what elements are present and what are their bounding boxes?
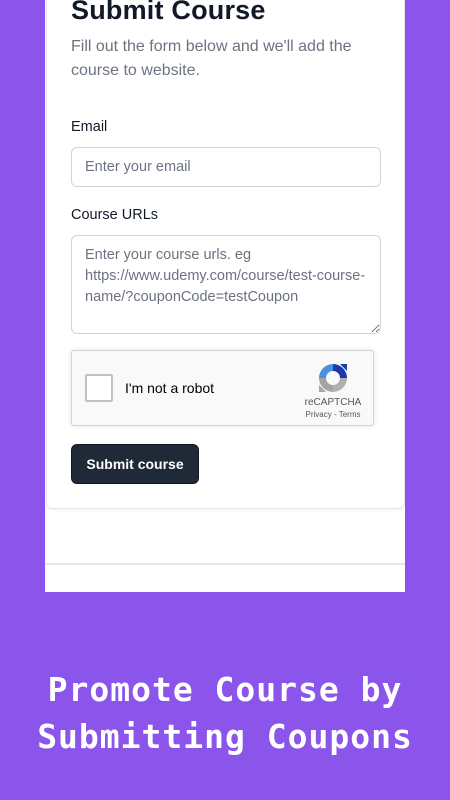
recaptcha-checkbox-label: I'm not a robot [125,380,215,396]
page-title: Submit Course [71,0,266,25]
promo-line-2: Submitting Coupons [37,717,413,756]
recaptcha-privacy-terms[interactable]: Privacy - Terms [292,410,374,419]
course-urls-label: Course URLs [71,207,159,223]
section-divider [45,563,405,565]
recaptcha-brand: reCAPTCHA [304,397,362,408]
promo-caption: Promote Course by Submitting Coupons [0,666,450,760]
phone-screen: Submit Course Fill out the form below an… [45,0,405,592]
recaptcha-logo-icon [319,364,347,392]
email-field[interactable] [71,147,381,187]
recaptcha-checkbox[interactable] [85,374,113,402]
page-subtitle: Fill out the form below and we'll add th… [71,38,352,79]
submit-course-button[interactable]: Submit course [71,444,199,484]
recaptcha-widget: I'm not a robot reCAPTCHA Privacy - Term… [71,350,374,426]
submit-course-card: Submit Course Fill out the form below an… [46,0,405,509]
course-urls-textarea[interactable] [71,235,381,334]
promo-line-1: Promote Course by [47,670,403,709]
email-label: Email [71,119,108,135]
